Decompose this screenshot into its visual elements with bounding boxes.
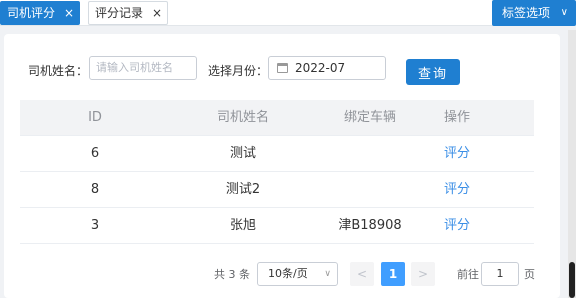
table-row: 3 张旭 津B18908 评分: [20, 208, 534, 244]
cell-id: 3: [90, 218, 100, 233]
goto-suffix: 页: [524, 268, 535, 281]
tab-driver-rating[interactable]: 司机评分 ×: [0, 1, 80, 25]
query-button[interactable]: 查询: [406, 59, 460, 85]
table-row: 6 测试 评分: [20, 136, 534, 172]
pagination: 共 3 条 10条/页 ∨ < 1 > 前往 1 页: [4, 262, 560, 286]
next-page-button[interactable]: >: [411, 262, 435, 286]
page-size-value: 10条/页: [268, 267, 308, 280]
calendar-icon: [277, 63, 288, 73]
page-size-select[interactable]: 10条/页 ∨: [257, 262, 338, 286]
header-id: ID: [88, 110, 102, 125]
scrollbar-track[interactable]: [568, 30, 576, 298]
tab-bar: 司机评分 × 评分记录 × 标签选项 ∨: [0, 0, 576, 26]
goto-label: 前往: [457, 268, 479, 281]
prev-page-button[interactable]: <: [350, 262, 374, 286]
header-driver-name: 司机姓名: [216, 110, 269, 125]
scrollbar-thumb[interactable]: [569, 262, 575, 298]
total-count: 共 3 条: [214, 268, 250, 281]
close-icon[interactable]: ×: [64, 2, 74, 24]
month-picker[interactable]: 2022-07: [268, 56, 386, 80]
cell-id: 8: [90, 182, 100, 197]
driver-table: ID 司机姓名 绑定车辆 操作 6 测试 评分 8 测试2 评分 3 张旭 津B…: [20, 100, 534, 244]
goto-page-input[interactable]: 1: [481, 262, 519, 286]
cell-driver-name: 测试2: [225, 182, 261, 197]
cell-driver-name: 测试: [229, 146, 256, 161]
rate-link[interactable]: 评分: [430, 208, 484, 244]
tab-options-label: 标签选项: [502, 6, 551, 20]
header-action: 操作: [443, 110, 470, 125]
rate-link[interactable]: 评分: [430, 172, 484, 208]
table-header: ID 司机姓名 绑定车辆 操作: [20, 100, 534, 136]
month-label: 选择月份：: [208, 64, 269, 78]
month-value: 2022-07: [295, 61, 346, 75]
content-panel: 司机姓名： 请输入司机姓名 选择月份： 2022-07 查询 ID 司机姓名 绑…: [4, 34, 560, 298]
rate-link[interactable]: 评分: [430, 136, 484, 172]
cell-driver-name: 张旭: [229, 218, 256, 233]
page-number-current[interactable]: 1: [381, 262, 405, 286]
header-vehicle: 绑定车辆: [343, 110, 396, 125]
tab-rating-records[interactable]: 评分记录 ×: [88, 1, 168, 25]
cell-vehicle: 津B18908: [338, 218, 402, 233]
driver-name-label: 司机姓名：: [28, 64, 89, 78]
chevron-down-icon: ∨: [560, 7, 568, 18]
tab-label: 司机评分: [7, 6, 56, 20]
tab-label: 评分记录: [95, 6, 144, 20]
driver-name-input[interactable]: 请输入司机姓名: [89, 56, 197, 80]
cell-id: 6: [90, 146, 100, 161]
tab-options-button[interactable]: 标签选项 ∨: [492, 0, 576, 26]
close-icon[interactable]: ×: [152, 2, 162, 24]
table-row: 8 测试2 评分: [20, 172, 534, 208]
chevron-down-icon: ∨: [324, 269, 331, 279]
